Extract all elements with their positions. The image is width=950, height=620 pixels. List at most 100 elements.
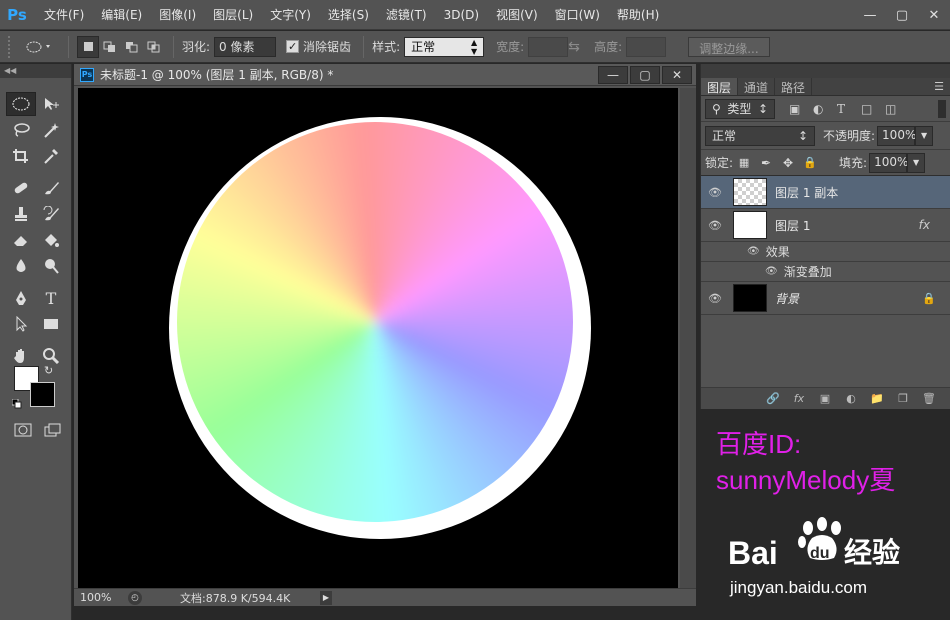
- eyedropper-tool[interactable]: [36, 144, 66, 168]
- antialias-checkbox[interactable]: ✓: [286, 40, 300, 53]
- menu-edit[interactable]: 编辑(E): [101, 6, 142, 23]
- swap-icon[interactable]: ⇆: [568, 39, 582, 55]
- dodge-tool[interactable]: [36, 254, 66, 278]
- maximize-icon[interactable]: ▢: [886, 0, 918, 30]
- healing-brush-tool[interactable]: [6, 176, 36, 200]
- adjustment-filter-icon[interactable]: ◐: [813, 102, 837, 116]
- lock-all-icon[interactable]: 🔒: [799, 156, 821, 169]
- fill-input[interactable]: 100%: [869, 152, 908, 173]
- smart-object-filter-icon[interactable]: ◫: [885, 102, 909, 116]
- pen-tool[interactable]: [6, 286, 36, 310]
- doc-close-icon[interactable]: ✕: [662, 66, 692, 84]
- menu-view[interactable]: 视图(V): [496, 6, 538, 23]
- feather-input[interactable]: 0 像素: [214, 36, 277, 57]
- zoom-level[interactable]: 100%: [74, 591, 124, 604]
- delete-layer-icon[interactable]: 🗑: [919, 392, 939, 405]
- shape-filter-icon[interactable]: □: [861, 102, 885, 116]
- crop-tool[interactable]: [6, 144, 36, 168]
- effect-eye-icon[interactable]: 👁: [765, 266, 778, 277]
- menu-select[interactable]: 选择(S): [328, 6, 369, 23]
- layer-name[interactable]: 背景: [775, 290, 799, 307]
- type-filter-icon[interactable]: T: [837, 102, 861, 116]
- visibility-eye-icon[interactable]: 👁: [701, 186, 729, 199]
- tab-layers[interactable]: 图层: [701, 78, 739, 95]
- vertical-scrollbar[interactable]: [680, 88, 696, 588]
- menu-window[interactable]: 窗口(W): [555, 6, 600, 23]
- history-brush-tool[interactable]: [36, 202, 66, 226]
- document-tab[interactable]: Ps 未标题-1 @ 100% (图层 1 副本, RGB/8) * — ▢ ✕: [74, 64, 696, 86]
- new-layer-icon[interactable]: ❐: [893, 392, 913, 405]
- menu-type[interactable]: 文字(Y): [270, 6, 311, 23]
- fill-dropdown-icon[interactable]: ▼: [907, 152, 926, 173]
- type-tool[interactable]: T: [36, 286, 66, 310]
- fx-badge[interactable]: fx: [919, 218, 930, 232]
- menu-file[interactable]: 文件(F): [44, 6, 84, 23]
- clone-stamp-tool[interactable]: [6, 202, 36, 226]
- style-select[interactable]: 正常 ▲ ▼: [404, 36, 485, 57]
- eraser-tool[interactable]: [6, 228, 36, 252]
- background-color-swatch[interactable]: [30, 382, 55, 407]
- doc-maximize-icon[interactable]: ▢: [630, 66, 660, 84]
- panel-collapse-bar[interactable]: [701, 64, 950, 78]
- link-layers-icon[interactable]: 🔗: [763, 392, 783, 405]
- magic-wand-tool[interactable]: [36, 118, 66, 142]
- layer-row[interactable]: 👁 背景 🔒: [701, 282, 950, 315]
- add-selection-button[interactable]: [99, 36, 121, 58]
- menu-filter[interactable]: 滤镜(T): [386, 6, 427, 23]
- add-style-icon[interactable]: fx: [789, 392, 809, 405]
- intersect-selection-button[interactable]: [143, 36, 165, 58]
- opacity-input[interactable]: 100%: [877, 125, 916, 146]
- brush-tool[interactable]: [36, 176, 66, 200]
- height-input[interactable]: [626, 36, 667, 57]
- layer-name[interactable]: 图层 1 副本: [775, 184, 838, 201]
- blur-tool[interactable]: [6, 254, 36, 278]
- pixel-filter-icon[interactable]: ▣: [789, 102, 813, 116]
- panel-menu-icon[interactable]: ☰: [934, 78, 950, 95]
- subtract-selection-button[interactable]: [121, 36, 143, 58]
- ellipse-marquee-tool[interactable]: [6, 92, 36, 116]
- status-clock-icon[interactable]: ◴: [128, 591, 142, 605]
- minimize-icon[interactable]: —: [854, 0, 886, 30]
- layer-row[interactable]: 👁 图层 1 fx: [701, 209, 950, 242]
- new-selection-button[interactable]: [77, 35, 99, 58]
- doc-minimize-icon[interactable]: —: [598, 66, 628, 84]
- close-icon[interactable]: ✕: [918, 0, 950, 30]
- refine-edge-button[interactable]: 调整边缘...: [688, 36, 770, 57]
- filter-toggle[interactable]: [938, 99, 946, 118]
- layer-name[interactable]: 图层 1: [775, 217, 810, 234]
- quick-mask-button[interactable]: [8, 418, 38, 442]
- lasso-tool[interactable]: [6, 118, 36, 142]
- add-mask-icon[interactable]: ▣: [815, 392, 835, 405]
- width-input[interactable]: [528, 36, 569, 57]
- visibility-eye-icon[interactable]: 👁: [701, 219, 729, 232]
- rectangle-tool[interactable]: [36, 312, 66, 336]
- screen-mode-button[interactable]: [38, 418, 68, 442]
- effect-item-row[interactable]: 👁 渐变叠加: [701, 262, 950, 282]
- lock-move-icon[interactable]: ✥: [777, 156, 799, 170]
- swap-colors-icon[interactable]: ↻: [44, 364, 53, 377]
- tools-panel-header[interactable]: ◀◀: [0, 64, 71, 78]
- menu-3d[interactable]: 3D(D): [444, 8, 479, 22]
- layer-row[interactable]: 👁 图层 1 副本: [701, 176, 950, 209]
- adjustment-layer-icon[interactable]: ◐: [841, 392, 861, 405]
- layer-filter-select[interactable]: ⚲ 类型 ↕: [705, 98, 775, 119]
- opacity-dropdown-icon[interactable]: ▼: [915, 125, 934, 146]
- menu-layer[interactable]: 图层(L): [213, 6, 253, 23]
- lock-brush-icon[interactable]: ✒: [755, 156, 777, 170]
- path-selection-tool[interactable]: [6, 312, 36, 336]
- move-tool[interactable]: [36, 92, 66, 116]
- menu-help[interactable]: 帮助(H): [617, 6, 659, 23]
- new-group-icon[interactable]: 📁: [867, 392, 887, 405]
- effects-eye-icon[interactable]: 👁: [747, 246, 760, 257]
- visibility-eye-icon[interactable]: 👁: [701, 292, 729, 305]
- canvas[interactable]: [78, 88, 678, 588]
- default-colors-icon[interactable]: [11, 398, 22, 409]
- lock-transparent-icon[interactable]: ▦: [733, 156, 755, 169]
- menu-image[interactable]: 图像(I): [159, 6, 196, 23]
- tab-paths[interactable]: 路径: [775, 78, 813, 95]
- blend-mode-select[interactable]: 正常 ↕: [705, 125, 815, 146]
- tool-preset-picker[interactable]: [20, 36, 60, 58]
- tab-channels[interactable]: 通道: [738, 78, 776, 95]
- status-menu-arrow-icon[interactable]: ▶: [320, 591, 332, 605]
- paint-bucket-tool[interactable]: [36, 228, 66, 252]
